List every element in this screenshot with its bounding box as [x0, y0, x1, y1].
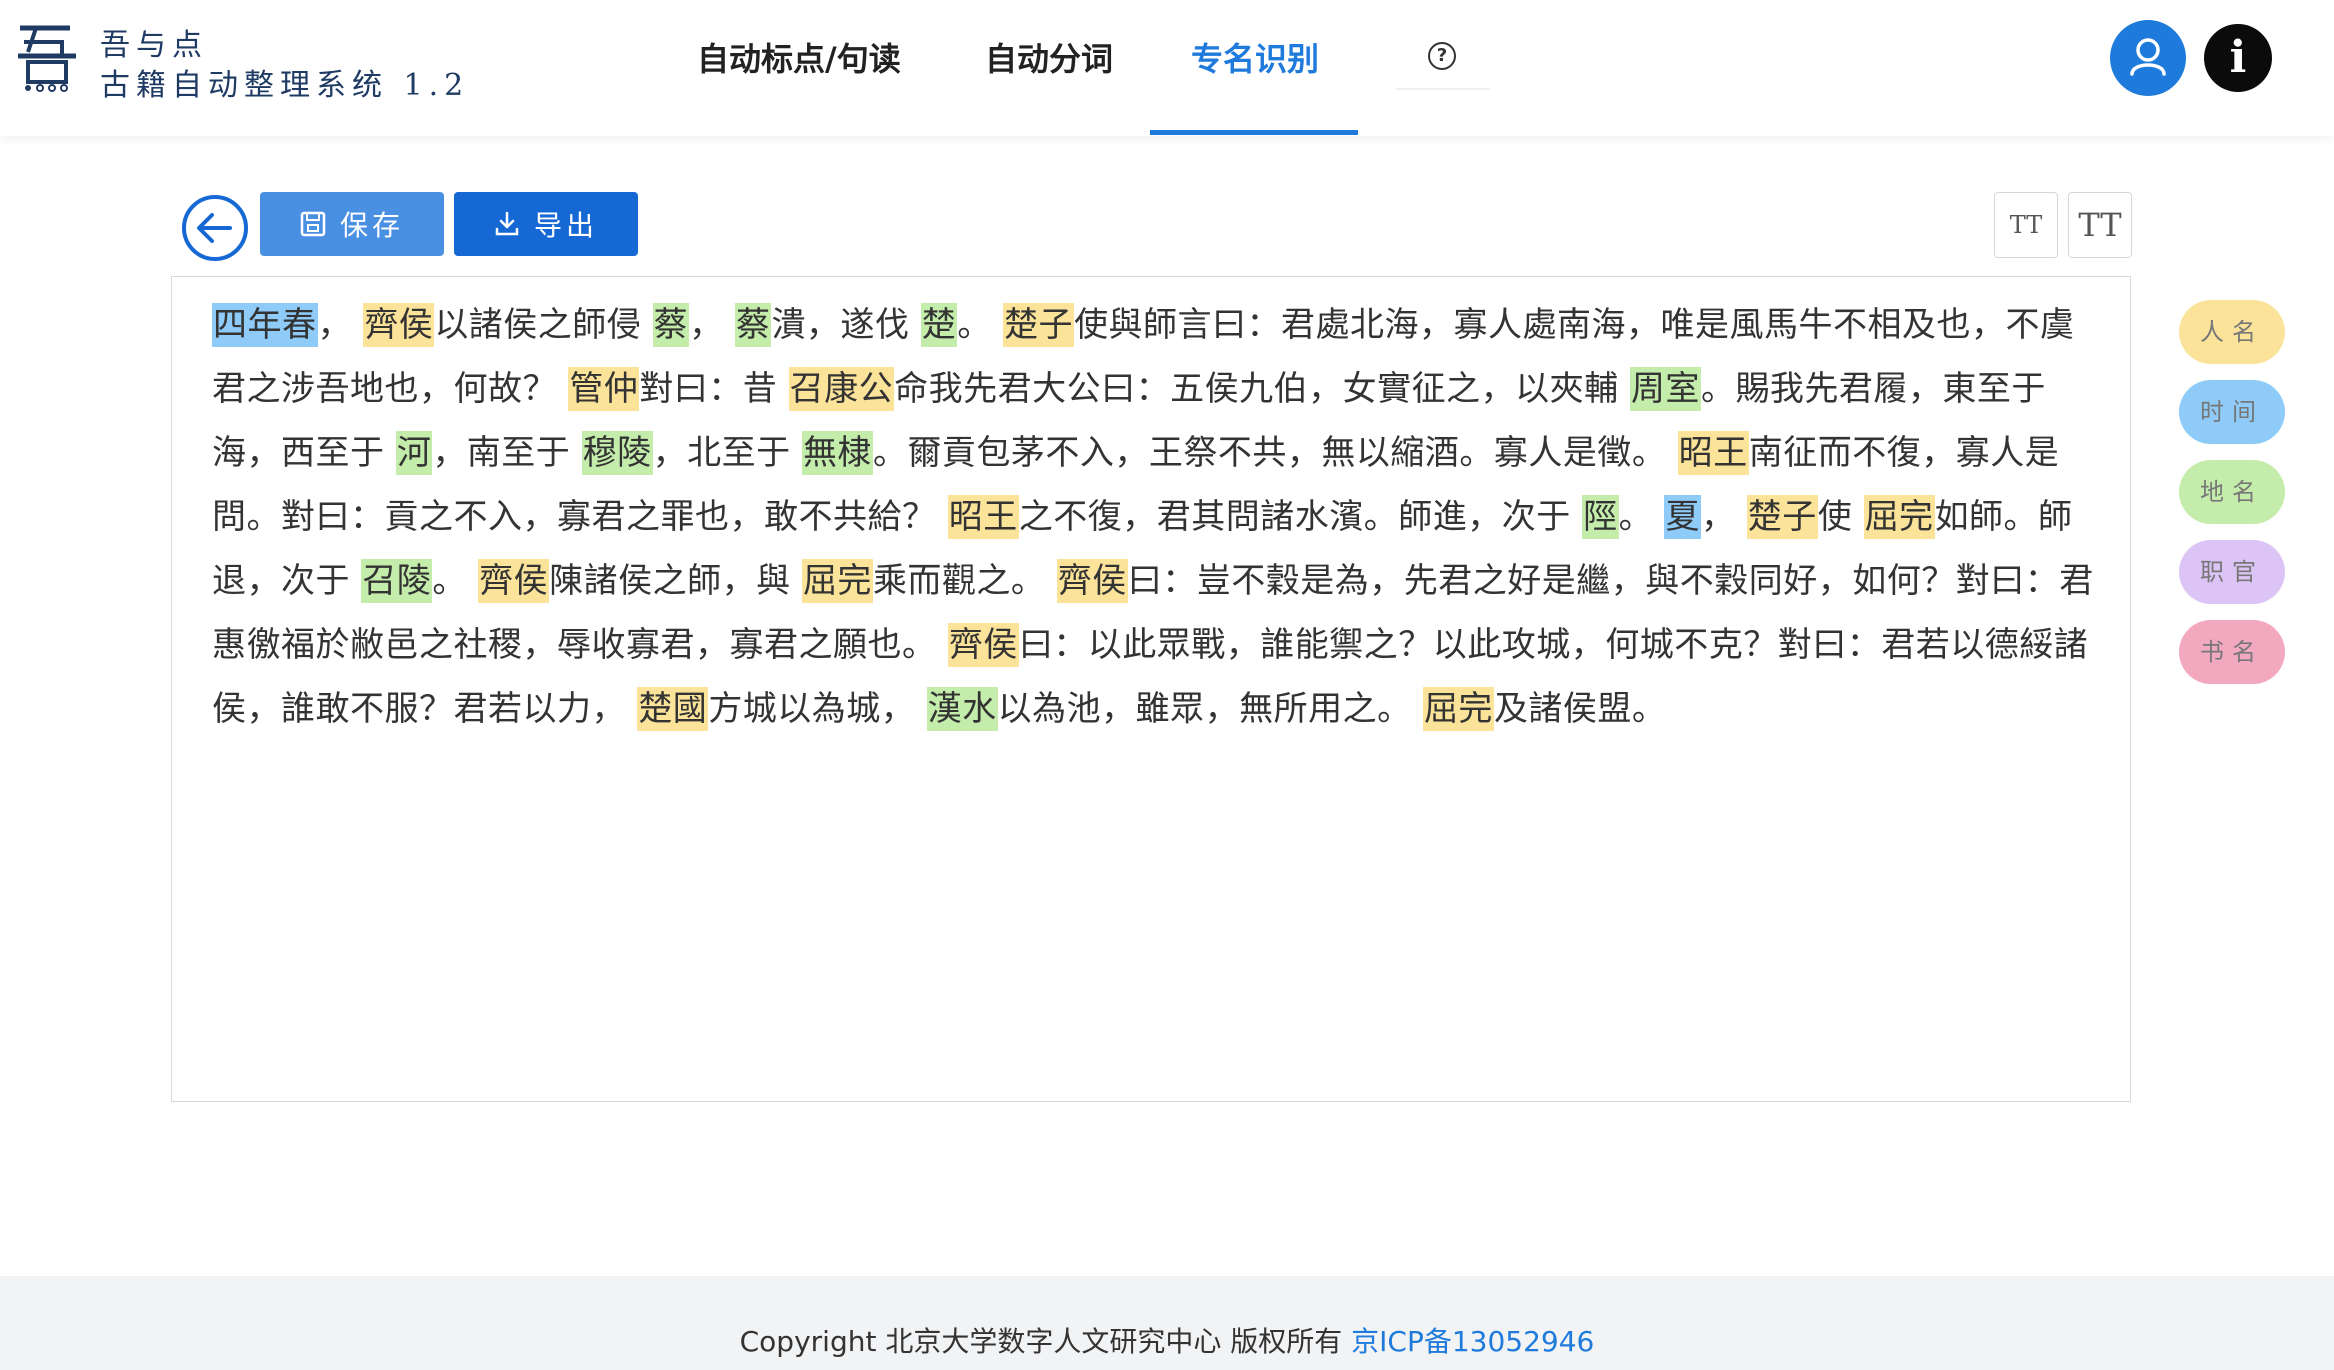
text-run: 之不復，君其問諸水濱。師進，次于 [1018, 497, 1583, 537]
entity-person[interactable]: 齊侯 [363, 303, 435, 347]
entity-person[interactable]: 齊侯 [478, 559, 550, 603]
top-header: 吾与点 古籍自动整理系统 1.2 自动标点/句读 自动分词 专名识别 ? i [0, 0, 2334, 136]
text-run: 以諸侯之師侵 [434, 305, 653, 345]
question-circle-icon[interactable]: ? [1428, 42, 1456, 70]
font-increase-button[interactable]: TT [2068, 192, 2132, 258]
entity-place[interactable]: 召陵 [361, 559, 433, 603]
entity-place[interactable]: 穆陵 [581, 431, 653, 475]
info-icon[interactable]: i [2204, 24, 2272, 92]
legend-place[interactable]: 地名 [2179, 460, 2285, 524]
icp-link[interactable]: 京ICP备13052946 [1351, 1325, 1594, 1358]
legend-time[interactable]: 时间 [2179, 380, 2285, 444]
entity-person[interactable]: 楚子 [1746, 495, 1818, 539]
text-run: ，南至于 [432, 433, 582, 473]
entity-place[interactable]: 楚 [920, 303, 958, 347]
help-underline [1396, 88, 1490, 90]
text-display-area[interactable]: 四年春， 齊侯以諸侯之師侵 蔡， 蔡潰，遂伐 楚。 楚子使與師言曰：君處北海，寡… [171, 276, 2131, 1102]
save-button-label: 保存 [339, 209, 404, 242]
legend-person[interactable]: 人名 [2179, 300, 2285, 364]
entity-person[interactable]: 楚國 [637, 687, 709, 731]
text-run: 潰，遂伐 [771, 305, 921, 345]
save-icon [300, 211, 326, 237]
text-run: 及諸侯盟。 [1493, 689, 1667, 729]
annotated-text: 四年春， 齊侯以諸侯之師侵 蔡， 蔡潰，遂伐 楚。 楚子使與師言曰：君處北海，寡… [212, 293, 2102, 741]
entity-time[interactable]: 夏 [1664, 495, 1701, 539]
entity-person[interactable]: 屈完 [1863, 495, 1935, 539]
entity-place[interactable]: 蔡 [734, 303, 772, 347]
entity-person[interactable]: 屈完 [1422, 687, 1494, 731]
text-run: ， [1700, 497, 1747, 537]
text-run: ，北至于 [652, 433, 802, 473]
text-run: 。 [1618, 497, 1665, 537]
entity-place[interactable]: 周室 [1629, 367, 1701, 411]
entity-place[interactable]: 無棣 [801, 431, 873, 475]
text-run: 。 [957, 305, 1004, 345]
text-run: 陳諸侯之師，與 [549, 561, 802, 601]
entity-time[interactable]: 四年春 [212, 303, 318, 347]
app-subtitle: 古籍自动整理系统 1.2 [100, 68, 470, 103]
text-run: 命我先君大公曰：五侯九伯，女實征之，以夾輔 [894, 369, 1630, 409]
user-button[interactable] [2110, 20, 2186, 96]
text-run: 。 [432, 561, 479, 601]
logo-icon [18, 25, 76, 92]
entity-person[interactable]: 管仲 [568, 367, 640, 411]
entity-person[interactable]: 屈完 [801, 559, 873, 603]
tab-named-entity[interactable]: 专名识别 [1191, 34, 1319, 80]
arrow-left-circle-icon[interactable] [180, 193, 250, 263]
export-button[interactable]: 导出 [454, 192, 638, 256]
active-tab-indicator [1150, 130, 1358, 135]
legend-book[interactable]: 书名 [2179, 620, 2285, 684]
app-name: 吾与点 [100, 28, 208, 63]
text-run: ， [317, 305, 364, 345]
text-run: 方城以為城， [708, 689, 927, 729]
entity-person[interactable]: 昭王 [1677, 431, 1749, 475]
tab-auto-segmentation[interactable]: 自动分词 [985, 34, 1113, 80]
export-button-label: 导出 [533, 209, 598, 242]
entity-person[interactable]: 齊侯 [947, 623, 1019, 667]
user-icon [2130, 38, 2166, 76]
text-run: 使 [1817, 497, 1864, 537]
copyright-text: Copyright 北京大学数字人文研究中心 版权所有 [739, 1325, 1352, 1358]
text-run: 以為池，雖眾，無所用之。 [997, 689, 1423, 729]
entity-person[interactable]: 昭王 [947, 495, 1019, 539]
text-run: ， [689, 305, 735, 345]
entity-place[interactable]: 陘 [1582, 495, 1619, 539]
text-run: 對曰：昔 [639, 369, 789, 409]
entity-place[interactable]: 蔡 [652, 303, 690, 347]
entity-person[interactable]: 齊侯 [1056, 559, 1128, 603]
entity-person[interactable]: 召康公 [788, 367, 895, 411]
tab-auto-punctuation[interactable]: 自动标点/句读 [697, 34, 901, 80]
text-run: 。爾貢包茅不入，王祭不共，無以縮酒。寡人是徵。 [872, 433, 1678, 473]
entity-person[interactable]: 楚子 [1003, 303, 1075, 347]
entity-place[interactable]: 河 [395, 431, 433, 475]
save-button[interactable]: 保存 [260, 192, 444, 256]
text-run: 乘而觀之。 [872, 561, 1057, 601]
footer-text: Copyright 北京大学数字人文研究中心 版权所有 京ICP备1305294… [0, 1320, 2334, 1360]
download-icon [495, 211, 519, 236]
entity-place[interactable]: 漢水 [926, 687, 998, 731]
legend-office[interactable]: 职官 [2179, 540, 2285, 604]
font-decrease-button[interactable]: TT [1994, 192, 2058, 258]
